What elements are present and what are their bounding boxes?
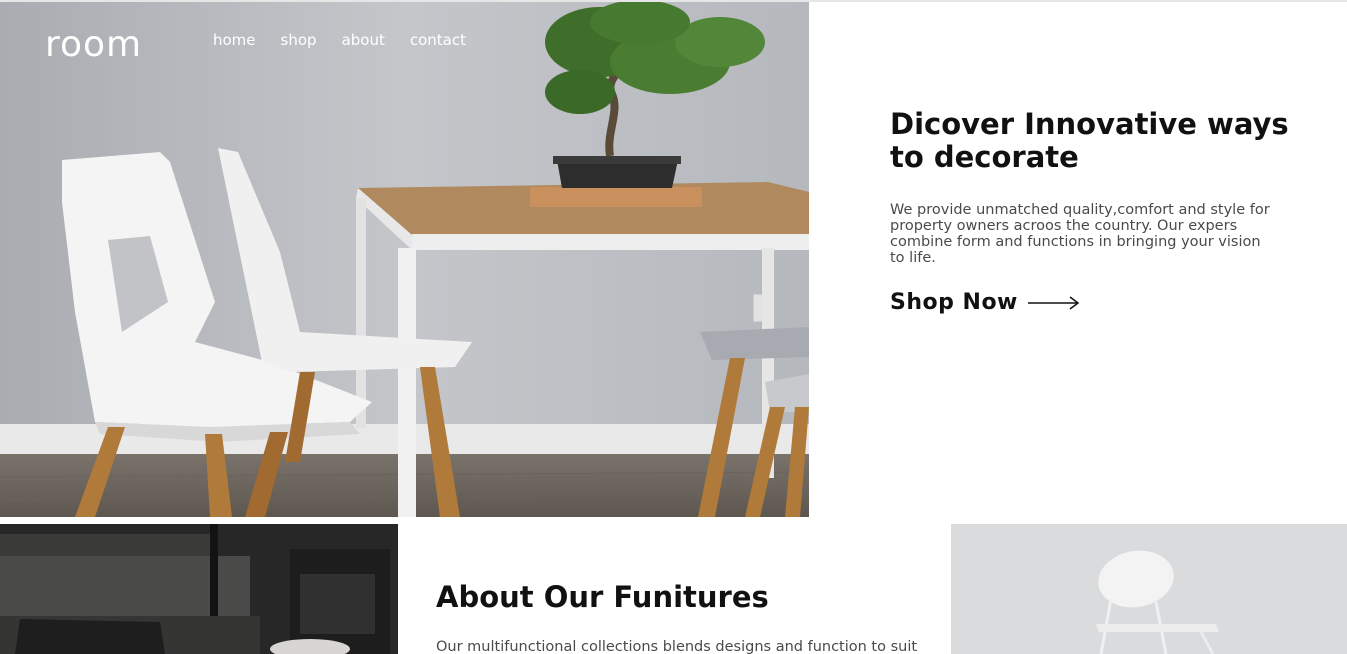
white-chair-image xyxy=(951,524,1347,654)
dark-furniture-illustration xyxy=(0,524,398,654)
shop-now-button[interactable]: Shop Now xyxy=(890,290,1080,315)
nav-home[interactable]: home xyxy=(213,31,256,49)
nav-about[interactable]: about xyxy=(342,31,385,49)
dark-furniture-image xyxy=(0,524,398,654)
hero-image: room home shop about contact xyxy=(0,2,809,517)
arrow-right-icon xyxy=(1027,295,1080,310)
shop-now-label: Shop Now xyxy=(890,290,1018,315)
nav-contact[interactable]: contact xyxy=(410,31,466,49)
white-chair-illustration xyxy=(951,524,1347,654)
main-nav: home shop about contact xyxy=(213,31,466,49)
about-description: Our multifunctional collections blends d… xyxy=(436,639,918,654)
about-title: About Our Funitures xyxy=(436,580,769,614)
site-logo[interactable]: room xyxy=(45,24,142,65)
hero-illustration xyxy=(0,2,809,517)
nav-shop[interactable]: shop xyxy=(281,31,317,49)
hero-title: Dicover Innovative ways to decorate xyxy=(890,107,1289,174)
hero-description: We provide unmatched quality,comfort and… xyxy=(890,202,1270,266)
